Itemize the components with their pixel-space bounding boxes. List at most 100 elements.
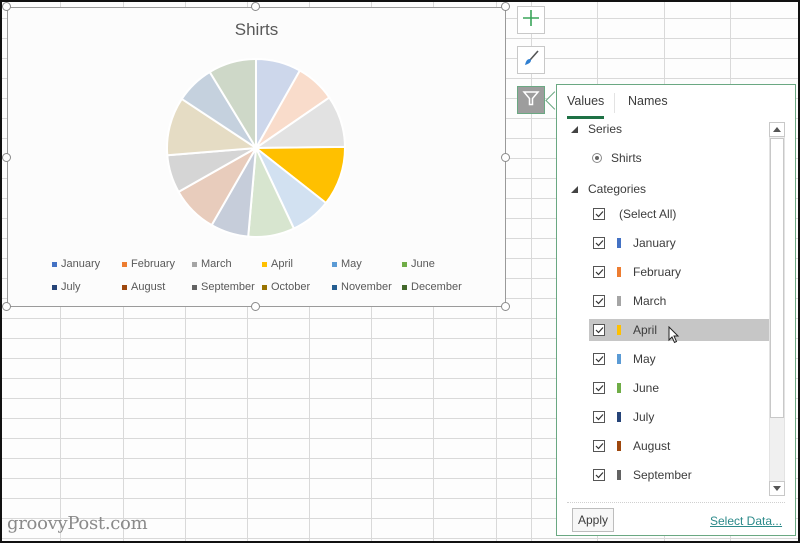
legend-item-june[interactable]: June — [402, 258, 435, 270]
resize-handle-bottom-left[interactable] — [2, 302, 11, 311]
series-header-label: Series — [588, 122, 623, 136]
checkbox[interactable] — [593, 411, 605, 423]
resize-handle-right[interactable] — [501, 153, 510, 162]
plus-icon — [522, 9, 540, 32]
scroll-up-button[interactable] — [769, 122, 785, 137]
category-color-swatch — [617, 383, 621, 393]
checkbox[interactable] — [593, 324, 605, 336]
legend-item-march[interactable]: March — [192, 258, 232, 270]
resize-handle-top-left[interactable] — [2, 2, 11, 11]
legend-item-february[interactable]: February — [122, 258, 175, 270]
tab-names[interactable]: Names — [628, 94, 668, 108]
resize-handle-bottom-right[interactable] — [501, 302, 510, 311]
categories-scrollbar[interactable] — [769, 122, 785, 496]
legend-label: November — [341, 281, 392, 293]
checkbox[interactable] — [593, 266, 605, 278]
legend-swatch — [52, 261, 57, 267]
legend-item-november[interactable]: November — [332, 281, 392, 293]
chart-elements-button[interactable] — [517, 6, 545, 34]
checkbox[interactable] — [593, 382, 605, 394]
checkmark-icon — [595, 443, 603, 450]
category-select-all[interactable]: (Select All) — [589, 203, 769, 225]
resize-handle-bottom[interactable] — [251, 302, 260, 311]
checkmark-icon — [595, 385, 603, 392]
radio-selected-dot — [595, 156, 599, 160]
filter-icon — [522, 89, 540, 112]
legend-swatch — [52, 284, 57, 290]
active-tab-indicator — [567, 116, 604, 119]
chart-filters-button[interactable] — [517, 86, 545, 114]
legend-swatch — [122, 284, 127, 290]
legend-item-september[interactable]: September — [192, 281, 255, 293]
category-label: September — [633, 468, 692, 482]
mouse-cursor-icon — [668, 326, 680, 344]
category-item-june[interactable]: June — [589, 377, 769, 399]
categories-section-header[interactable]: Categories — [571, 182, 646, 196]
legend-item-october[interactable]: October — [262, 281, 310, 293]
category-item-july[interactable]: July — [589, 406, 769, 428]
chart-styles-button[interactable] — [517, 46, 545, 74]
tab-values[interactable]: Values — [567, 94, 604, 108]
select-data-link[interactable]: Select Data... — [710, 514, 782, 528]
category-item-february[interactable]: February — [589, 261, 769, 283]
legend-item-august[interactable]: August — [122, 281, 165, 293]
category-label: January — [633, 236, 676, 250]
checkmark-icon — [595, 327, 603, 334]
legend-label: February — [131, 258, 176, 270]
checkbox[interactable] — [593, 469, 605, 481]
category-color-swatch — [617, 238, 621, 248]
series-section-header[interactable]: Series — [571, 122, 622, 136]
collapse-triangle-icon — [571, 125, 578, 133]
resize-handle-left[interactable] — [2, 153, 11, 162]
category-color-swatch — [617, 325, 621, 335]
checkmark-icon — [595, 472, 603, 479]
category-label: March — [633, 294, 667, 308]
category-item-august[interactable]: August — [589, 435, 769, 457]
legend-item-december[interactable]: December — [402, 281, 462, 293]
scroll-down-button[interactable] — [769, 481, 785, 496]
checkmark-icon — [595, 240, 603, 247]
checkbox[interactable] — [593, 295, 605, 307]
checkmark-icon — [595, 414, 603, 421]
checkbox[interactable] — [593, 440, 605, 452]
category-label: June — [633, 381, 660, 395]
resize-handle-top[interactable] — [251, 2, 260, 11]
checkbox[interactable] — [593, 237, 605, 249]
category-color-swatch — [617, 412, 621, 422]
legend-label: September — [201, 281, 255, 293]
legend-item-april[interactable]: April — [262, 258, 293, 270]
legend-item-may[interactable]: May — [332, 258, 362, 270]
category-item-march[interactable]: March — [589, 290, 769, 312]
legend-swatch — [122, 261, 127, 267]
category-item-may[interactable]: May — [589, 348, 769, 370]
brush-icon — [522, 49, 540, 72]
category-color-swatch — [617, 470, 621, 480]
series-item-label: Shirts — [611, 151, 642, 165]
category-label: May — [633, 352, 656, 366]
legend-swatch — [332, 284, 337, 290]
legend-swatch — [332, 261, 337, 267]
legend-label: August — [131, 281, 166, 293]
checkmark-icon — [595, 269, 603, 276]
series-radio-shirts[interactable] — [592, 153, 602, 163]
checkbox[interactable] — [593, 353, 605, 365]
legend-label: January — [61, 258, 101, 270]
legend-swatch — [402, 261, 407, 267]
collapse-triangle-icon — [571, 185, 578, 193]
pie-chart[interactable]: Shirts January February March April May June J… — [7, 7, 506, 307]
apply-button[interactable]: Apply — [572, 508, 614, 532]
checkmark-icon — [595, 356, 603, 363]
grid-row-line — [2, 538, 798, 539]
category-item-september[interactable]: September — [589, 464, 769, 486]
arrow-down-icon — [773, 486, 781, 491]
resize-handle-top-right[interactable] — [501, 2, 510, 11]
legend-item-january[interactable]: January — [52, 258, 100, 270]
legend-label: December — [411, 281, 462, 293]
series-label-shirts[interactable]: Shirts — [611, 151, 642, 165]
scrollbar-thumb[interactable] — [770, 138, 784, 418]
chart-filters-panel: Values Names Series Shirts Categories (S… — [556, 84, 796, 536]
legend-swatch — [262, 284, 267, 290]
category-item-january[interactable]: January — [589, 232, 769, 254]
checkbox-select-all[interactable] — [593, 208, 605, 220]
legend-item-july[interactable]: July — [52, 281, 81, 293]
